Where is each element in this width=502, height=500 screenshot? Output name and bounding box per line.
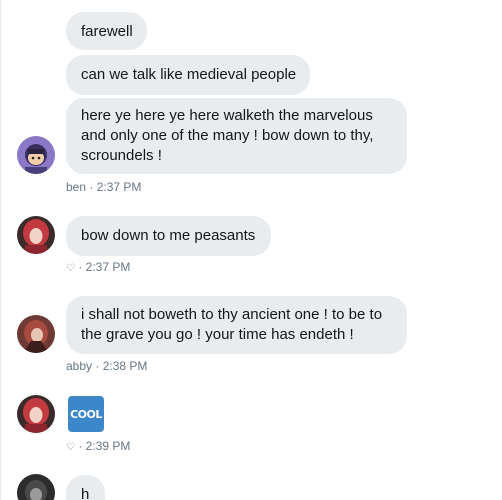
message-bubble[interactable]: bow down to me peasants	[66, 216, 271, 256]
avatar-ben[interactable]	[17, 136, 55, 174]
meta-separator: ·	[78, 439, 83, 453]
message-timestamp: 2:37 PM	[96, 180, 142, 194]
message-meta: abby · 2:38 PM	[66, 358, 147, 374]
sender-name[interactable]: ben	[66, 180, 86, 194]
message-text: here ye here ye here walketh the marvelo…	[81, 107, 374, 164]
heart-outline-icon[interactable]: ♡	[66, 263, 75, 274]
message-bubble[interactable]: i shall not boweth to thy ancient one ! …	[66, 296, 407, 354]
meta-separator: ·	[89, 180, 94, 194]
message-timestamp: 2:37 PM	[85, 260, 131, 274]
message-text: farewell	[81, 23, 133, 40]
cool-sticker[interactable]: COOL	[68, 396, 104, 432]
avatar-abby[interactable]	[17, 315, 55, 353]
message-timestamp: 2:39 PM	[85, 439, 131, 453]
meta-separator: ·	[95, 359, 100, 373]
meta-separator: ·	[78, 260, 83, 274]
sticker-text: COOL	[70, 407, 102, 421]
message-meta: ♡ · 2:39 PM	[66, 438, 130, 456]
message-timestamp: 2:38 PM	[102, 359, 148, 373]
heart-outline-icon[interactable]: ♡	[66, 442, 75, 453]
message-text: can we talk like medieval people	[81, 66, 297, 83]
message-bubble[interactable]: h	[66, 475, 105, 500]
message-bubble[interactable]: can we talk like medieval people	[66, 55, 310, 95]
message-meta: ben · 2:37 PM	[66, 179, 141, 195]
message-text: h	[81, 486, 90, 500]
conversation-panel: farewell can we talk like medieval peopl…	[0, 0, 502, 500]
avatar-user[interactable]	[17, 395, 55, 433]
avatar-user[interactable]	[17, 474, 55, 500]
message-bubble[interactable]: here ye here ye here walketh the marvelo…	[66, 98, 407, 174]
message-meta: ♡ · 2:37 PM	[66, 259, 130, 277]
message-bubble[interactable]: farewell	[66, 12, 147, 50]
message-text: bow down to me peasants	[81, 227, 256, 244]
sender-name[interactable]: abby	[66, 359, 92, 373]
message-text: i shall not boweth to thy ancient one ! …	[81, 306, 383, 343]
avatar-user[interactable]	[17, 216, 55, 254]
